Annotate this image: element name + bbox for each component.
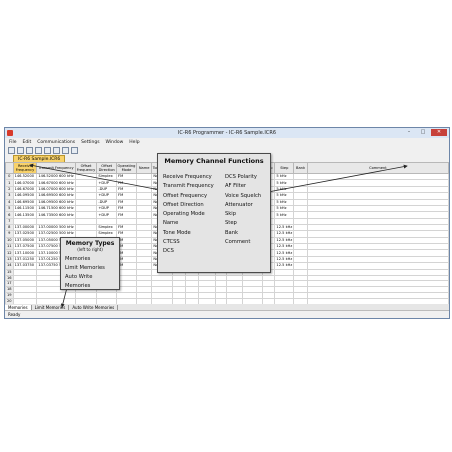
function-item: Skip xyxy=(225,211,237,218)
callout-functions-title: Memory Channel Functions xyxy=(164,157,264,165)
column-header[interactable]: Offset Frequency xyxy=(74,162,98,174)
memory-type-limit-memories: Limit Memories xyxy=(65,265,105,271)
menu-help[interactable]: Help xyxy=(129,140,139,145)
column-header[interactable]: Operating Mode xyxy=(116,162,137,174)
maximize-button[interactable]: □ xyxy=(417,129,429,136)
menu-settings[interactable]: Settings xyxy=(81,140,99,145)
table-cell[interactable]: 146.69500 xyxy=(12,198,38,207)
table-cell[interactable]: 146.07000 xyxy=(12,179,38,187)
table-cell[interactable]: 146.52000 600 kHz xyxy=(36,172,76,181)
function-item: Transmit Frequency xyxy=(163,183,214,190)
memory-type-auto-write-memories: Auto Write Memories xyxy=(65,274,93,289)
function-item: DCS Polarity xyxy=(225,174,257,180)
menu-bar: File Edit Communications Settings Window… xyxy=(5,138,449,146)
table-cell[interactable]: 12.5 kHz xyxy=(274,230,295,238)
title-bar: IC-R6 Programmer - IC-R6 Sample.ICR6 – □… xyxy=(5,128,449,138)
table-cell[interactable]: 146.71500 600 kHz xyxy=(36,204,76,213)
table-cell[interactable]: 146.67000 xyxy=(12,185,38,194)
function-item: DCS xyxy=(163,248,174,255)
table-cell[interactable]: 146.09500 xyxy=(12,192,38,200)
menu-file[interactable]: File xyxy=(9,140,17,145)
menu-window[interactable]: Window xyxy=(106,140,124,145)
table-cell[interactable]: 137.00000 xyxy=(12,223,38,232)
table-cell[interactable]: 146.11500 xyxy=(12,204,38,213)
column-header[interactable]: Comment xyxy=(306,162,449,174)
table-cell[interactable]: 137.05000 xyxy=(12,236,38,245)
write-radio-icon[interactable] xyxy=(71,146,78,154)
column-header[interactable]: Name xyxy=(135,162,153,174)
function-item: Comment xyxy=(225,239,251,246)
column-header[interactable]: Offset Direction xyxy=(96,162,118,174)
column-header[interactable]: Transmit Frequency xyxy=(36,162,76,174)
function-item: Voice Squelch xyxy=(225,192,262,199)
status-bar: Ready xyxy=(5,310,449,318)
table-cell[interactable]: 146.13500 xyxy=(12,211,38,219)
table-cell[interactable]: 12.5 kHz xyxy=(274,242,295,251)
table-cell[interactable]: 12.5 kHz xyxy=(274,236,295,245)
function-item: CTCSS xyxy=(163,239,180,246)
paste-icon[interactable] xyxy=(53,146,60,154)
memory-channel-functions-callout: Memory Channel Functions Receive Frequen… xyxy=(157,153,271,273)
column-header[interactable]: Receive Frequency xyxy=(12,162,38,174)
function-item: Bank xyxy=(225,229,239,236)
memory-types-callout: Memory Types (left to right) Memories Li… xyxy=(60,237,120,290)
table-cell[interactable]: 137.02500 xyxy=(12,230,38,238)
function-item: Offset Frequency xyxy=(163,192,208,199)
function-item xyxy=(225,248,275,254)
table-cell[interactable]: 146.67000 600 kHz xyxy=(36,179,76,187)
table-cell[interactable]: 137.03750 xyxy=(12,262,38,270)
table-cell[interactable]: 146.69500 600 kHz xyxy=(36,192,76,200)
table-cell[interactable]: 146.73500 600 kHz xyxy=(36,211,76,219)
cut-icon[interactable] xyxy=(35,146,42,154)
table-cell[interactable]: 137.07500 xyxy=(12,242,38,251)
function-item: Receive Frequency xyxy=(163,174,212,180)
table-cell[interactable]: 146.52000 xyxy=(12,172,38,181)
callout-types-title: Memory Types xyxy=(65,240,115,247)
function-item: AF Filter xyxy=(225,183,247,190)
column-header[interactable]: Step xyxy=(274,162,295,174)
table-cell[interactable]: 146.07000 600 kHz xyxy=(36,185,76,194)
column-header[interactable] xyxy=(5,162,14,174)
table-cell[interactable]: 137.00000 500 kHz xyxy=(36,223,76,232)
menu-edit[interactable]: Edit xyxy=(23,140,32,145)
table-cell[interactable]: 12.5 kHz xyxy=(274,255,295,264)
table-cell[interactable]: 12.5 kHz xyxy=(274,262,295,270)
function-item: Tone Mode xyxy=(163,229,191,236)
copy-icon[interactable] xyxy=(44,146,51,154)
open-icon[interactable] xyxy=(17,146,24,154)
function-item: Operating Mode xyxy=(163,211,205,218)
new-icon[interactable] xyxy=(8,146,15,154)
function-item: Step xyxy=(225,220,237,227)
window-title: IC-R6 Programmer - IC-R6 Sample.ICR6 xyxy=(177,130,277,136)
menu-communications[interactable]: Communications xyxy=(37,140,75,145)
function-item: Name xyxy=(163,220,179,227)
memory-type-memories: Memories xyxy=(65,256,91,262)
function-item: Attenuator xyxy=(225,201,253,208)
close-button[interactable]: ✕ xyxy=(431,129,447,136)
table-cell[interactable]: 12.5 kHz xyxy=(274,249,295,257)
function-item: Offset Direction xyxy=(163,201,204,208)
minimize-button[interactable]: – xyxy=(403,129,415,136)
table-cell[interactable]: 12.5 kHz xyxy=(274,223,295,232)
callout-types-subtitle: (left to right) xyxy=(77,247,103,252)
column-header[interactable]: Bank xyxy=(293,162,308,174)
save-icon[interactable] xyxy=(26,146,33,154)
table-cell[interactable]: 146.09500 600 kHz xyxy=(36,198,76,207)
read-radio-icon[interactable] xyxy=(62,146,69,154)
table-cell[interactable]: 137.01250 xyxy=(12,255,38,264)
table-cell[interactable]: 137.10000 xyxy=(12,249,38,257)
